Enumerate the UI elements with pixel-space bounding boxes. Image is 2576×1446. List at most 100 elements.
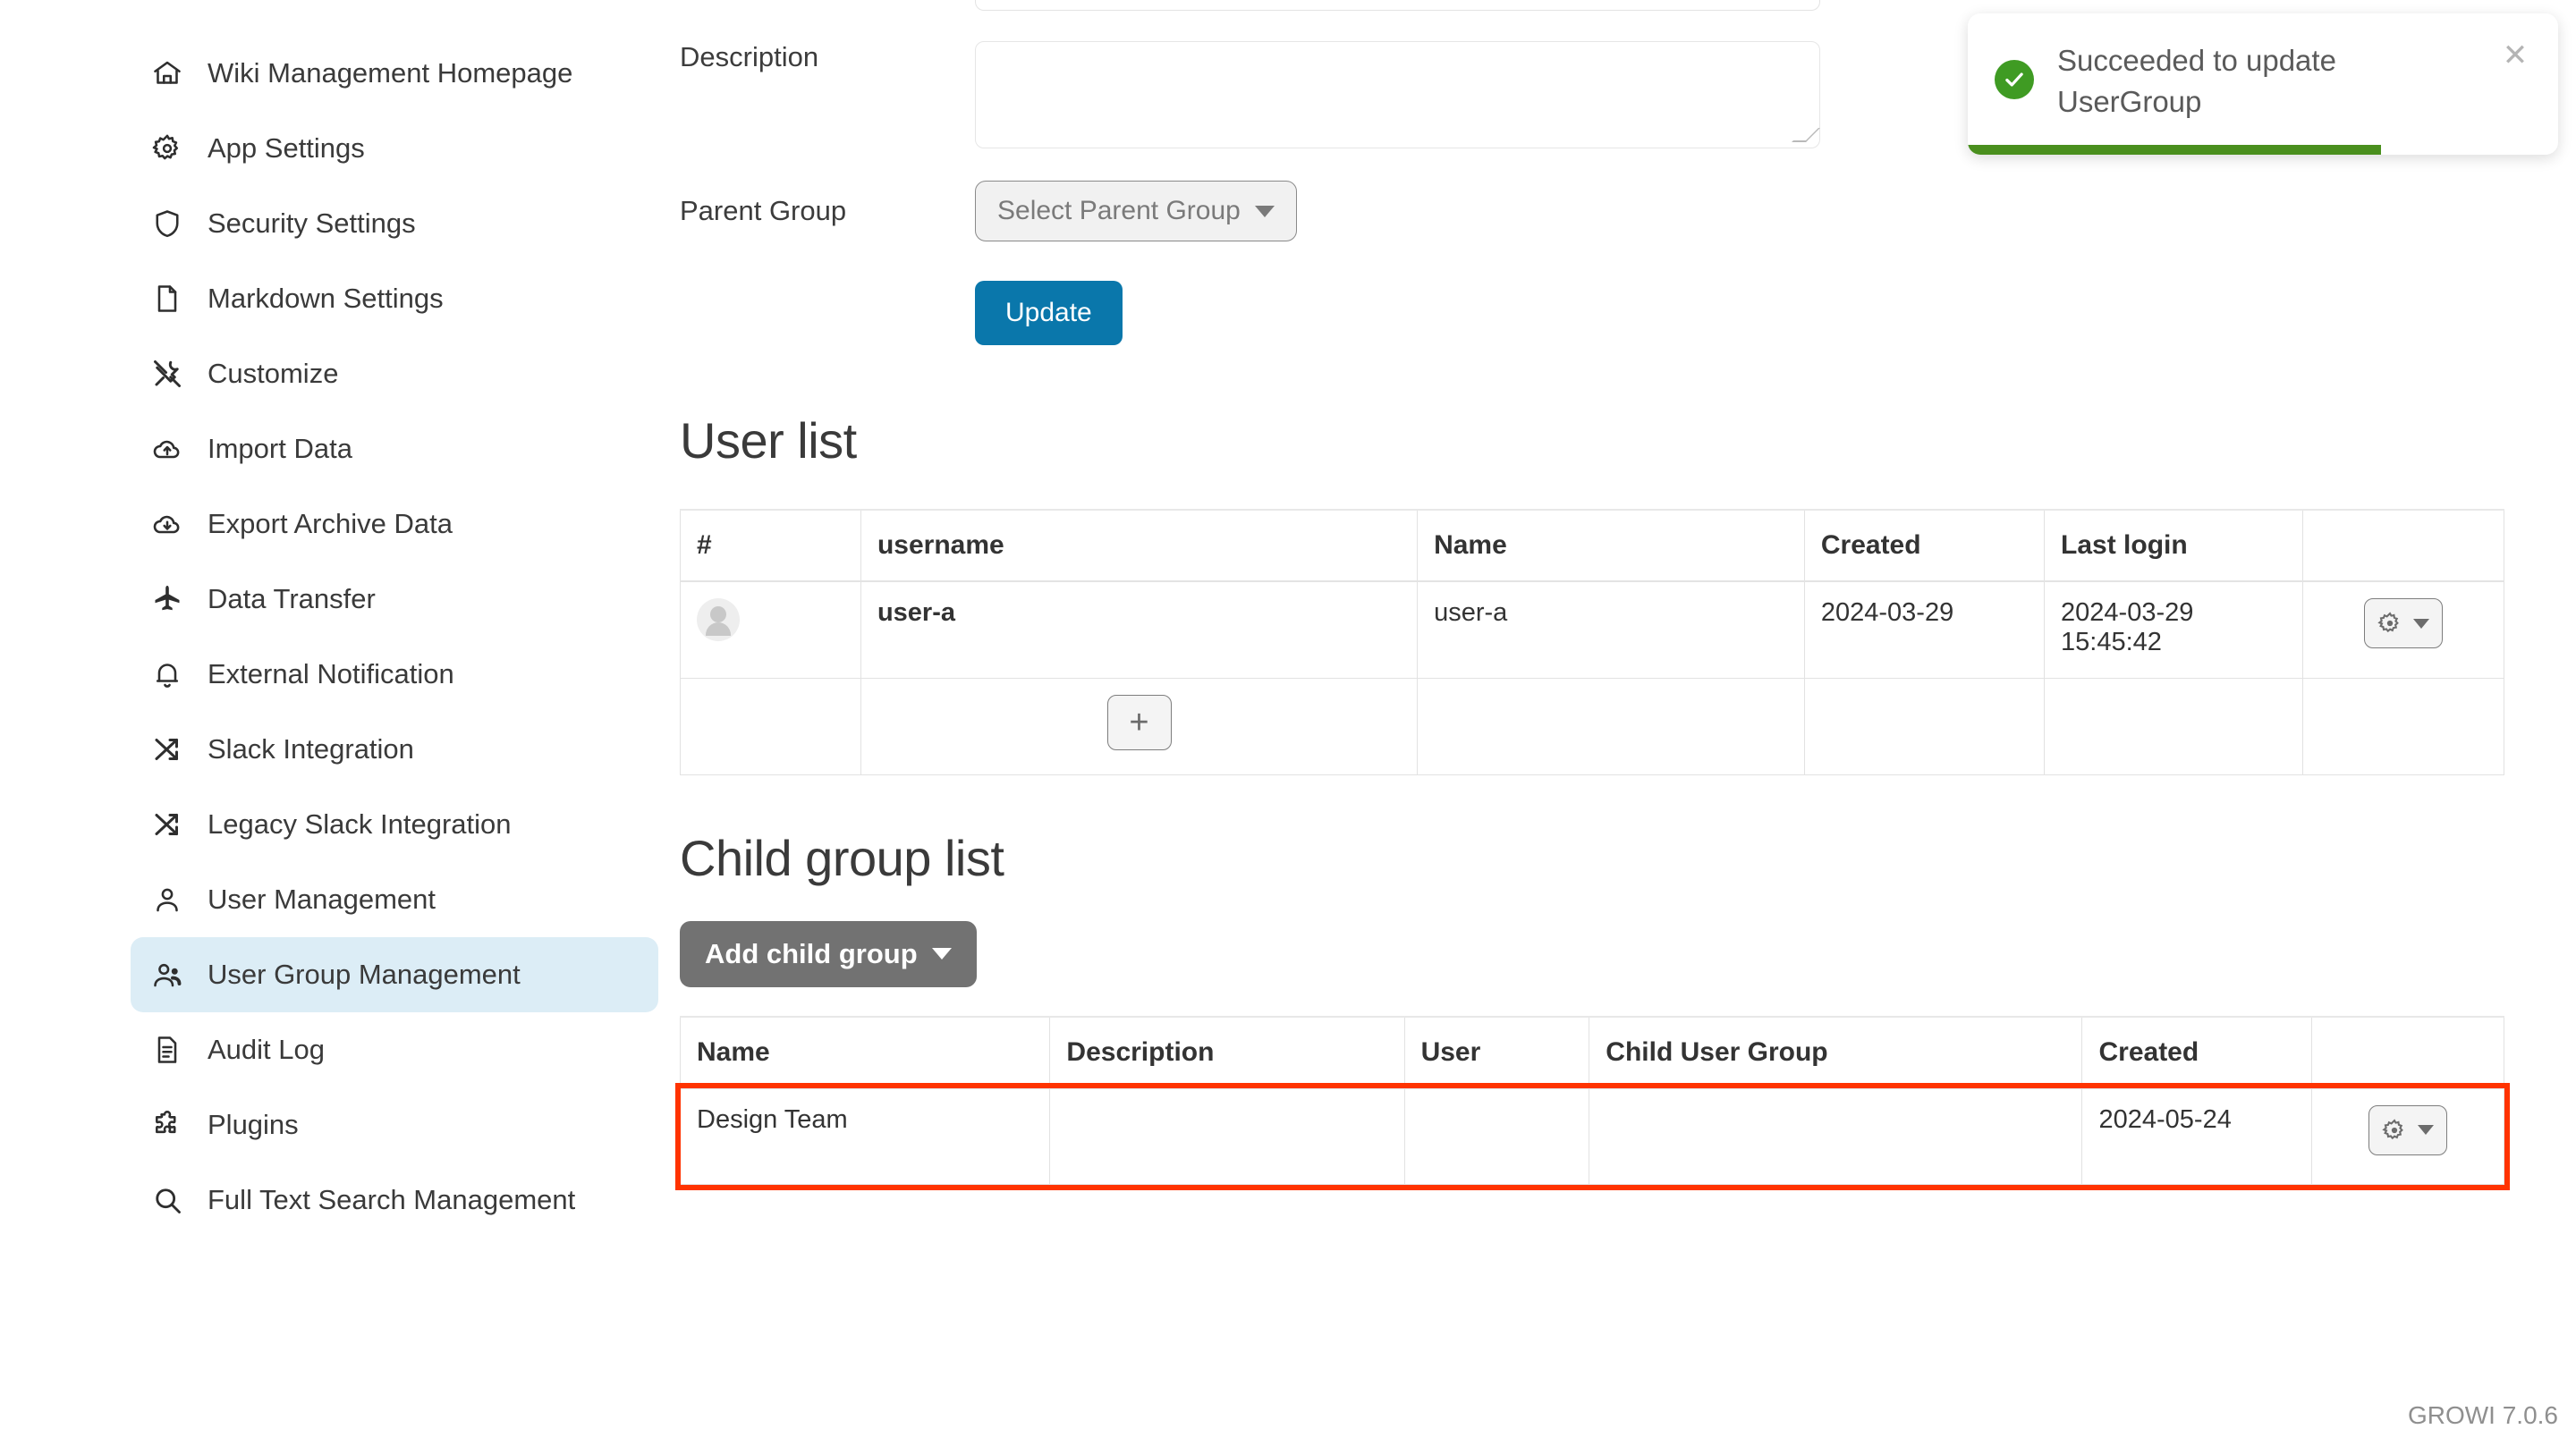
gear-icon <box>2382 1118 2403 1139</box>
column-header-name: Name <box>679 1015 1051 1089</box>
chevron-down-icon <box>1254 205 1275 217</box>
bell-icon <box>150 657 184 691</box>
table-header-row: # username Name Created Last login <box>680 509 2505 582</box>
cell-name: user-a <box>1417 580 1805 679</box>
sidebar-nav-list: Wiki Management Homepage App Settings Se… <box>0 36 680 1238</box>
sidebar-item-full-text-search-management[interactable]: Full Text Search Management <box>131 1163 658 1238</box>
sidebar-item-label: Slack Integration <box>208 733 414 765</box>
gear-icon <box>150 131 184 165</box>
sidebar-item-label: Legacy Slack Integration <box>208 808 512 840</box>
child-group-list-section: Child group list Add child group Name De… <box>674 829 2510 1190</box>
select-parent-group-dropdown[interactable]: Select Parent Group <box>975 181 1297 241</box>
column-header-user: User <box>1403 1015 1590 1089</box>
name-input[interactable] <box>975 0 1820 11</box>
sidebar-item-plugins[interactable]: Plugins <box>131 1087 658 1163</box>
cell-empty-index <box>680 677 861 775</box>
add-child-group-button[interactable]: Add child group <box>680 920 977 987</box>
document-icon <box>150 282 184 316</box>
growi-version-label: GROWI 7.0.6 <box>2407 1401 2558 1429</box>
close-icon[interactable]: ✕ <box>2497 40 2533 71</box>
child-group-table-head: Name Description User Child User Group C… <box>679 1015 2505 1089</box>
sidebar-item-label: Customize <box>208 358 339 389</box>
form-row-update: Update <box>680 281 2504 345</box>
description-label: Description <box>680 41 819 72</box>
cell-empty-actions <box>2301 677 2505 775</box>
sidebar-item-label: Wiki Management Homepage <box>208 57 573 89</box>
cell-description <box>1049 1087 1405 1185</box>
update-control: Update <box>975 281 1820 345</box>
cell-username: user-a <box>860 580 1419 679</box>
toast-notification: Succeeded to update UserGroup ✕ <box>1968 13 2558 156</box>
column-header-index: # <box>680 509 861 582</box>
column-header-actions <box>2310 1015 2505 1089</box>
sidebar-item-label: Audit Log <box>208 1034 325 1065</box>
cell-empty-last-login <box>2044 677 2303 775</box>
sidebar-item-markdown-settings[interactable]: Markdown Settings <box>131 261 658 336</box>
add-user-button[interactable]: + <box>1106 694 1172 750</box>
sidebar-item-slack-integration[interactable]: Slack Integration <box>131 712 658 787</box>
cell-actions <box>2310 1087 2505 1185</box>
sidebar-item-external-notification[interactable]: External Notification <box>131 637 658 712</box>
sidebar: Wiki Management Homepage App Settings Se… <box>0 0 680 1446</box>
column-header-child-user-group: Child User Group <box>1589 1015 2083 1089</box>
people-icon <box>150 958 184 992</box>
tools-icon <box>150 357 184 391</box>
table-row-add: + <box>680 677 2505 775</box>
column-header-created: Created <box>1803 509 2046 582</box>
sidebar-item-wiki-management-homepage[interactable]: Wiki Management Homepage <box>131 36 658 111</box>
avatar <box>697 598 740 641</box>
column-header-name: Name <box>1417 509 1805 582</box>
sidebar-item-legacy-slack-integration[interactable]: Legacy Slack Integration <box>131 787 658 862</box>
column-header-last-login: Last login <box>2044 509 2303 582</box>
child-group-table-body: Design Team 2024-05-24 <box>674 1082 2510 1190</box>
person-icon <box>150 883 184 917</box>
column-header-username: username <box>860 509 1419 582</box>
cell-empty-name <box>1417 677 1805 775</box>
check-circle-icon <box>1995 60 2034 99</box>
cell-add-user: + <box>860 677 1419 775</box>
sidebar-item-user-management[interactable]: User Management <box>131 862 658 937</box>
sidebar-item-label: Data Transfer <box>208 583 376 614</box>
sidebar-item-label: App Settings <box>208 132 365 164</box>
sidebar-item-export-archive-data[interactable]: Export Archive Data <box>131 486 658 562</box>
sidebar-item-user-group-management[interactable]: User Group Management <box>131 937 658 1012</box>
form-control-cutoff <box>975 0 1820 11</box>
sidebar-item-security-settings[interactable]: Security Settings <box>131 186 658 261</box>
sidebar-item-label: User Management <box>208 884 436 915</box>
description-textarea[interactable] <box>975 41 1820 148</box>
user-list-section: User list # username Name Created Last l… <box>680 411 2505 775</box>
cell-created: 2024-03-29 <box>1803 580 2046 679</box>
table-row: user-a user-a 2024-03-29 2024-03-29 15:4… <box>680 580 2505 679</box>
toast-message: Succeeded to update UserGroup <box>2057 44 2336 118</box>
chevron-down-icon <box>931 948 952 960</box>
column-header-created: Created <box>2081 1015 2312 1089</box>
form-row-name-cutoff <box>680 0 2504 11</box>
update-button[interactable]: Update <box>975 281 1123 345</box>
sidebar-item-audit-log[interactable]: Audit Log <box>131 1012 658 1087</box>
puzzle-icon <box>150 1108 184 1142</box>
chevron-down-icon <box>2412 618 2429 629</box>
cloud-upload-icon <box>150 432 184 466</box>
cell-empty-created <box>1803 677 2046 775</box>
user-list-table: # username Name Created Last login user-… <box>680 509 2505 775</box>
main-content: Description Parent Group Select Parent G… <box>674 0 2576 1446</box>
search-icon <box>150 1183 184 1217</box>
description-control <box>975 41 1820 148</box>
child-group-row-settings-dropdown[interactable] <box>2368 1104 2447 1155</box>
toast-body: Succeeded to update UserGroup ✕ <box>1968 13 2558 145</box>
table-header-row: Name Description User Child User Group C… <box>679 1015 2505 1089</box>
cell-user <box>1403 1087 1590 1185</box>
column-header-description: Description <box>1049 1015 1405 1089</box>
user-row-settings-dropdown[interactable] <box>2363 598 2443 648</box>
sidebar-item-app-settings[interactable]: App Settings <box>131 111 658 186</box>
shuffle-icon <box>150 732 184 766</box>
shield-icon <box>150 207 184 241</box>
select-parent-group-label: Select Parent Group <box>997 196 1241 225</box>
sidebar-item-label: Markdown Settings <box>208 283 444 314</box>
cell-actions <box>2301 580 2505 679</box>
sidebar-item-data-transfer[interactable]: Data Transfer <box>131 562 658 637</box>
toast-progress-track <box>1968 145 2558 156</box>
cloud-download-icon <box>150 507 184 541</box>
sidebar-item-customize[interactable]: Customize <box>131 336 658 411</box>
sidebar-item-import-data[interactable]: Import Data <box>131 411 658 486</box>
